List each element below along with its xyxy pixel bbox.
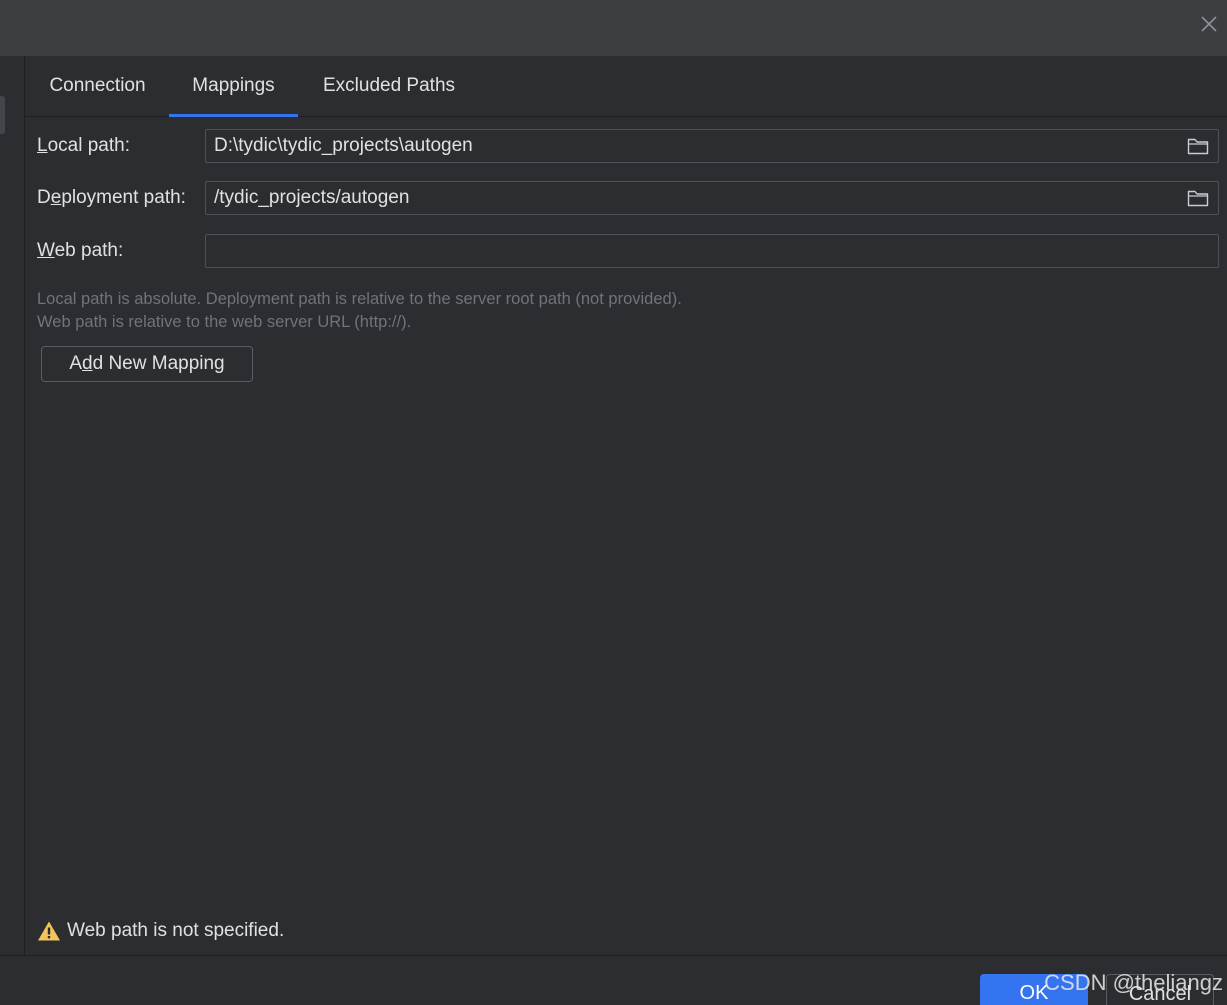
close-button[interactable]: [1197, 12, 1221, 36]
selected-tree-item-indicator: [0, 96, 5, 134]
deployment-path-input[interactable]: [206, 182, 1166, 214]
settings-tree-panel: [0, 56, 25, 955]
folder-icon: [1187, 138, 1209, 155]
cancel-button[interactable]: Cancel: [1106, 974, 1214, 1005]
tab-connection-label: Connection: [49, 75, 146, 96]
web-path-label: Web path:: [37, 240, 124, 261]
tab-excluded-paths[interactable]: Excluded Paths: [298, 56, 480, 116]
warning-icon: [38, 921, 60, 941]
dialog-window: Connection Mappings Excluded Paths Local…: [0, 0, 1227, 1005]
ok-button-label: OK: [1019, 982, 1049, 1004]
local-path-field: [205, 129, 1219, 163]
warning-message: Web path is not specified.: [37, 920, 284, 942]
tab-excluded-paths-label: Excluded Paths: [322, 75, 456, 96]
hint-absolute-path: Local path is absolute. Deployment path …: [37, 290, 682, 308]
tab-bar: Connection Mappings Excluded Paths: [25, 56, 1227, 117]
add-new-mapping-button[interactable]: Add New Mapping: [41, 346, 253, 382]
warning-text: Web path is not specified.: [67, 920, 285, 941]
deployment-path-browse-button[interactable]: [1186, 187, 1210, 209]
hint-web-path: Web path is relative to the web server U…: [37, 313, 412, 331]
local-path-input[interactable]: [206, 130, 1166, 162]
deployment-path-field: [205, 181, 1219, 215]
mappings-panel: Connection Mappings Excluded Paths Local…: [25, 56, 1227, 955]
tab-mappings-label: Mappings: [192, 75, 275, 96]
dialog-footer: OK Cancel: [0, 955, 1227, 1005]
tab-connection[interactable]: Connection: [25, 56, 170, 116]
web-path-field: [205, 234, 1219, 268]
tab-mappings[interactable]: Mappings: [169, 56, 298, 117]
cancel-button-label: Cancel: [1128, 983, 1192, 1005]
folder-icon: [1187, 190, 1209, 207]
close-icon: [1201, 16, 1217, 32]
title-bar: [0, 0, 1227, 56]
web-path-input[interactable]: [206, 235, 1166, 267]
local-path-label: Local path:: [37, 135, 130, 156]
ok-button[interactable]: OK: [980, 974, 1088, 1005]
local-path-browse-button[interactable]: [1186, 135, 1210, 157]
deployment-path-label: Deployment path:: [37, 187, 186, 208]
